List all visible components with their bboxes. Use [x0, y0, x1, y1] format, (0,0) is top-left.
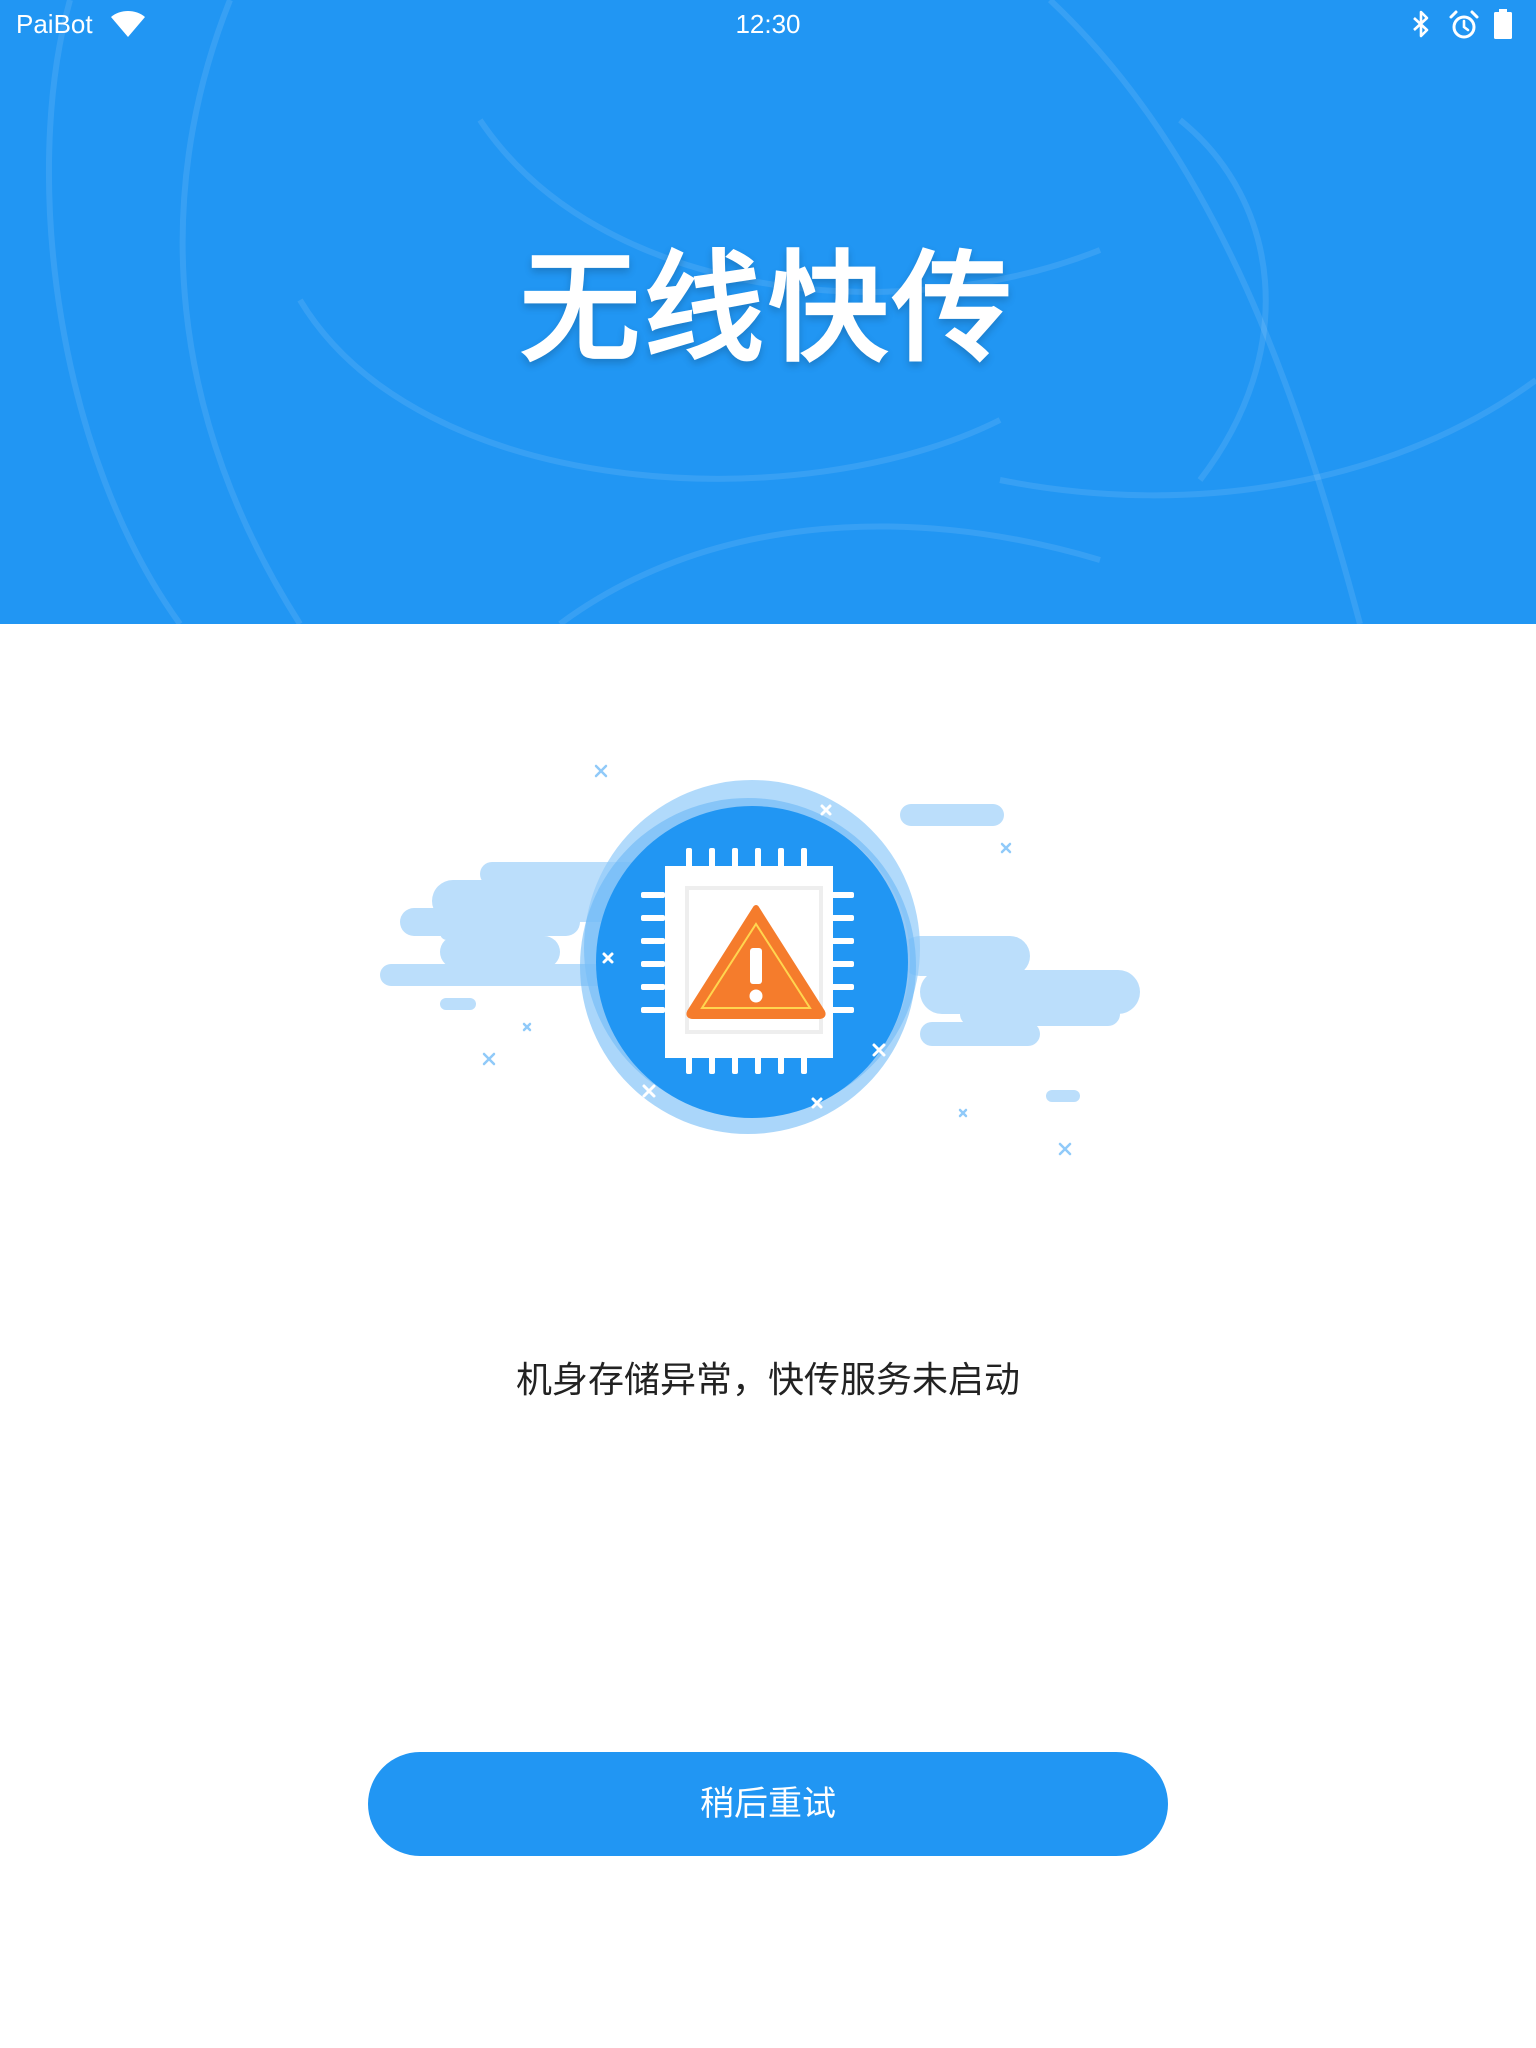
battery-icon — [1494, 9, 1512, 39]
page-title: 无线快传 — [520, 240, 1016, 379]
status-time: 12:30 — [735, 9, 801, 39]
bluetooth-icon — [1413, 10, 1429, 38]
header: PaiBot 12:30 无线快传 — [0, 0, 1536, 624]
chip-warning-icon — [380, 764, 1140, 1156]
page: PaiBot 12:30 无线快传 机身存储异常，快传服务未启动 稍后重试 — [0, 0, 1536, 2048]
status-bar: PaiBot 12:30 — [0, 0, 1536, 48]
alarm-icon — [1449, 10, 1479, 39]
retry-later-button[interactable]: 稍后重试 — [368, 1752, 1168, 1856]
error-message: 机身存储异常，快传服务未启动 — [515, 1360, 1020, 1401]
